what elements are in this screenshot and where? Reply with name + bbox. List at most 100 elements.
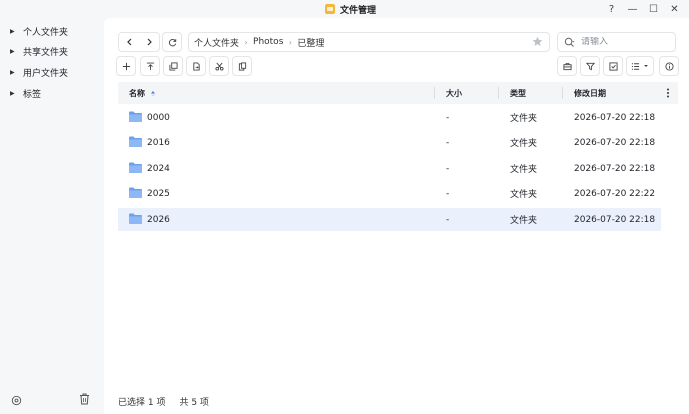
- favorite-button[interactable]: [532, 36, 543, 50]
- more-vertical-icon: [667, 88, 669, 98]
- chevron-right-icon[interactable]: ▶: [10, 48, 15, 55]
- settings-button[interactable]: [9, 393, 23, 407]
- column-header-modified[interactable]: 修改日期: [574, 82, 606, 104]
- column-header-size[interactable]: 大小: [446, 82, 462, 104]
- upload-icon: [146, 62, 154, 70]
- move-button[interactable]: [186, 56, 206, 76]
- paste-icon: [238, 61, 246, 71]
- folder-icon: [129, 187, 142, 198]
- breadcrumb-separator-icon: ›: [288, 37, 292, 47]
- search-box[interactable]: [557, 32, 676, 52]
- app-title: 文件管理: [325, 2, 376, 16]
- cell-modified: 2026-07-20 22:18: [574, 163, 656, 174]
- list-view-icon: [631, 62, 640, 70]
- info-button[interactable]: [659, 56, 679, 76]
- cell-name: 2026: [147, 214, 170, 225]
- refresh-button[interactable]: [162, 32, 182, 52]
- breadcrumb-item-organized[interactable]: 已整理: [297, 36, 324, 49]
- title-bar: 文件管理 ? — ☐ ✕: [0, 0, 689, 18]
- sidebar-item-shared-folder[interactable]: ▶ 共享文件夹: [0, 41, 104, 61]
- back-button[interactable]: [119, 33, 139, 51]
- caret-down-icon: [644, 65, 648, 67]
- chevron-right-icon[interactable]: ▶: [10, 90, 15, 97]
- new-button[interactable]: [116, 56, 136, 76]
- sidebar-item-label: 共享文件夹: [23, 47, 69, 58]
- help-icon: ?: [608, 3, 615, 15]
- search-input[interactable]: [581, 37, 661, 47]
- column-divider[interactable]: [562, 87, 563, 99]
- breadcrumb-item-photos[interactable]: Photos: [253, 37, 283, 47]
- recycle-bin-button[interactable]: [77, 392, 91, 406]
- column-divider[interactable]: [434, 87, 435, 99]
- table-row-selected[interactable]: 2026 - 文件夹 2026-07-20 22:18: [118, 208, 661, 231]
- window-title: 文件管理: [340, 5, 377, 16]
- plus-icon: [122, 62, 130, 70]
- help-button[interactable]: ?: [601, 1, 622, 17]
- breadcrumb[interactable]: 个人文件夹 › Photos › 已整理: [188, 32, 550, 52]
- archive-button[interactable]: [557, 56, 577, 76]
- cell-type: 文件夹: [510, 139, 538, 149]
- filter-button[interactable]: [580, 56, 600, 76]
- cut-button[interactable]: [209, 56, 229, 76]
- chevron-right-icon: [147, 38, 152, 46]
- close-button[interactable]: ✕: [664, 1, 685, 17]
- column-header-label: 大小: [446, 88, 462, 98]
- cell-name: 2016: [147, 137, 170, 148]
- cell-modified: 2026-07-20 22:18: [574, 137, 656, 148]
- file-manager-app-icon: [325, 4, 335, 14]
- sidebar-item-user-folder[interactable]: ▶ 用户文件夹: [0, 62, 104, 82]
- cell-name: 2025: [147, 188, 170, 199]
- chevron-right-icon[interactable]: ▶: [10, 69, 15, 76]
- filter-icon: [585, 62, 595, 70]
- table-row[interactable]: 0000 - 文件夹 2026-07-20 22:18: [118, 106, 661, 129]
- settings-icon: [11, 395, 21, 405]
- cell-size: -: [446, 137, 450, 148]
- cell-type: 文件夹: [510, 114, 538, 124]
- info-icon: [664, 61, 674, 71]
- table-row[interactable]: 2025 - 文件夹 2026-07-20 22:22: [118, 182, 661, 205]
- cell-name: 2024: [147, 163, 170, 174]
- history-nav: [118, 32, 160, 52]
- table-row[interactable]: 2016 - 文件夹 2026-07-20 22:18: [118, 131, 661, 154]
- view-mode-dropdown[interactable]: [626, 56, 654, 76]
- sidebar-item-label: 个人文件夹: [23, 27, 69, 38]
- sort-ascending-icon: [151, 90, 155, 96]
- table-header: 名称 大小 类型 修改日期: [118, 82, 678, 104]
- minimize-icon: —: [627, 3, 638, 15]
- folder-icon: [129, 136, 142, 147]
- sidebar-item-tags[interactable]: ▶ 标签: [0, 83, 104, 103]
- minimize-button[interactable]: —: [622, 1, 643, 17]
- column-header-name[interactable]: 名称: [129, 82, 156, 104]
- cell-size: -: [446, 188, 450, 199]
- close-icon: ✕: [670, 3, 679, 15]
- cell-size: -: [446, 163, 450, 174]
- chevron-right-icon[interactable]: ▶: [10, 28, 15, 35]
- table-row[interactable]: 2024 - 文件夹 2026-07-20 22:18: [118, 157, 661, 180]
- search-icon: [564, 37, 575, 47]
- sidebar-item-label: 标签: [23, 89, 42, 100]
- copy-icon: [168, 61, 178, 71]
- cell-type: 文件夹: [510, 216, 538, 226]
- folder-icon: [129, 162, 142, 173]
- cell-modified: 2026-07-20 22:18: [574, 214, 656, 225]
- cell-type: 文件夹: [510, 165, 538, 175]
- cell-modified: 2026-07-20 22:22: [574, 188, 656, 199]
- maximize-button[interactable]: ☐: [643, 1, 664, 17]
- select-all-button[interactable]: [603, 56, 623, 76]
- cell-type: 文件夹: [510, 190, 538, 200]
- breadcrumb-separator-icon: ›: [244, 37, 248, 47]
- upload-button[interactable]: [140, 56, 160, 76]
- forward-button[interactable]: [139, 33, 159, 51]
- main-panel: 个人文件夹 › Photos › 已整理 请输入 名称 大小 类型 修改日期 0…: [104, 18, 689, 414]
- scissors-icon: [214, 62, 224, 71]
- breadcrumb-item-personal-folder[interactable]: 个人文件夹: [194, 36, 239, 49]
- folder-icon: [129, 111, 142, 122]
- column-divider[interactable]: [498, 87, 499, 99]
- column-header-type[interactable]: 类型: [510, 82, 526, 104]
- column-options-button[interactable]: [666, 82, 670, 104]
- sidebar-item-personal-folder[interactable]: ▶ 个人文件夹: [0, 21, 104, 41]
- paste-button[interactable]: [232, 56, 252, 76]
- chevron-left-icon: [126, 38, 131, 46]
- refresh-icon: [168, 38, 176, 46]
- copy-button[interactable]: [163, 56, 183, 76]
